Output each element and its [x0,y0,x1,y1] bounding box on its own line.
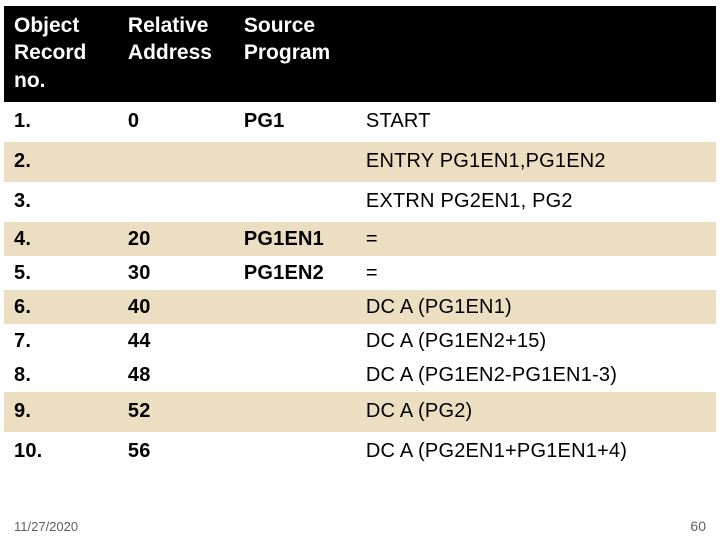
cell-no: 9. [4,392,118,432]
cell-addr [118,182,234,222]
footer: 11/27/2020 60 [0,518,720,534]
cell-text: EXTRN PG2EN1, PG2 [356,182,716,222]
cell-no: 3. [4,182,118,222]
header-row: Object Record no. Relative Address Sourc… [4,6,716,102]
cell-src [234,358,356,392]
cell-addr: 20 [118,222,234,256]
table-row: 4. 20 PG1EN1 = [4,222,716,256]
cell-text: = [356,256,716,290]
cell-text: DC A (PG2) [356,392,716,432]
footer-date: 11/27/2020 [14,519,78,534]
cell-text: DC A (PG2EN1+PG1EN1+4) [356,432,716,472]
table-body: 1. 0 PG1 START 2. ENTRY PG1EN1,PG1EN2 3. [4,102,716,472]
cell-addr: 40 [118,290,234,324]
cell-text: START [356,102,716,142]
table-row: 2. ENTRY PG1EN1,PG1EN2 [4,142,716,182]
cell-no: 5. [4,256,118,290]
table-row: 5. 30 PG1EN2 = [4,256,716,290]
table-row: 10. 56 DC A (PG2EN1+PG1EN1+4) [4,432,716,472]
header-source-program: Source Program [234,6,356,102]
cell-no: 4. [4,222,118,256]
table-row: 1. 0 PG1 START [4,102,716,142]
cell-src [234,432,356,472]
record-table: Object Record no. Relative Address Sourc… [4,6,716,472]
cell-text: ENTRY PG1EN1,PG1EN2 [356,142,716,182]
header-relative-address: Relative Address [118,6,234,102]
cell-text: DC A (PG1EN2-PG1EN1-3) [356,358,716,392]
cell-src [234,324,356,358]
table-row: 6. 40 DC A (PG1EN1) [4,290,716,324]
table-row: 9. 52 DC A (PG2) [4,392,716,432]
cell-text: = [356,222,716,256]
cell-text: DC A (PG1EN2+15) [356,324,716,358]
cell-addr: 56 [118,432,234,472]
cell-addr: 30 [118,256,234,290]
cell-src [234,290,356,324]
header-object-record-no: Object Record no. [4,6,118,102]
cell-src [234,392,356,432]
cell-addr: 44 [118,324,234,358]
cell-no: 1. [4,102,118,142]
table-row: 3. EXTRN PG2EN1, PG2 [4,182,716,222]
cell-src: PG1 [234,102,356,142]
table-row: 8. 48 DC A (PG1EN2-PG1EN1-3) [4,358,716,392]
cell-no: 8. [4,358,118,392]
cell-no: 10. [4,432,118,472]
cell-text: DC A (PG1EN1) [356,290,716,324]
cell-addr: 0 [118,102,234,142]
header-blank [356,6,716,102]
cell-no: 7. [4,324,118,358]
cell-src: PG1EN1 [234,222,356,256]
cell-src [234,182,356,222]
cell-no: 6. [4,290,118,324]
table-row: 7. 44 DC A (PG1EN2+15) [4,324,716,358]
table-wrap: Object Record no. Relative Address Sourc… [0,0,720,472]
cell-addr: 52 [118,392,234,432]
footer-page-number: 60 [690,518,706,534]
cell-src: PG1EN2 [234,256,356,290]
cell-addr: 48 [118,358,234,392]
cell-no: 2. [4,142,118,182]
cell-addr [118,142,234,182]
slide: Object Record no. Relative Address Sourc… [0,0,720,540]
cell-src [234,142,356,182]
